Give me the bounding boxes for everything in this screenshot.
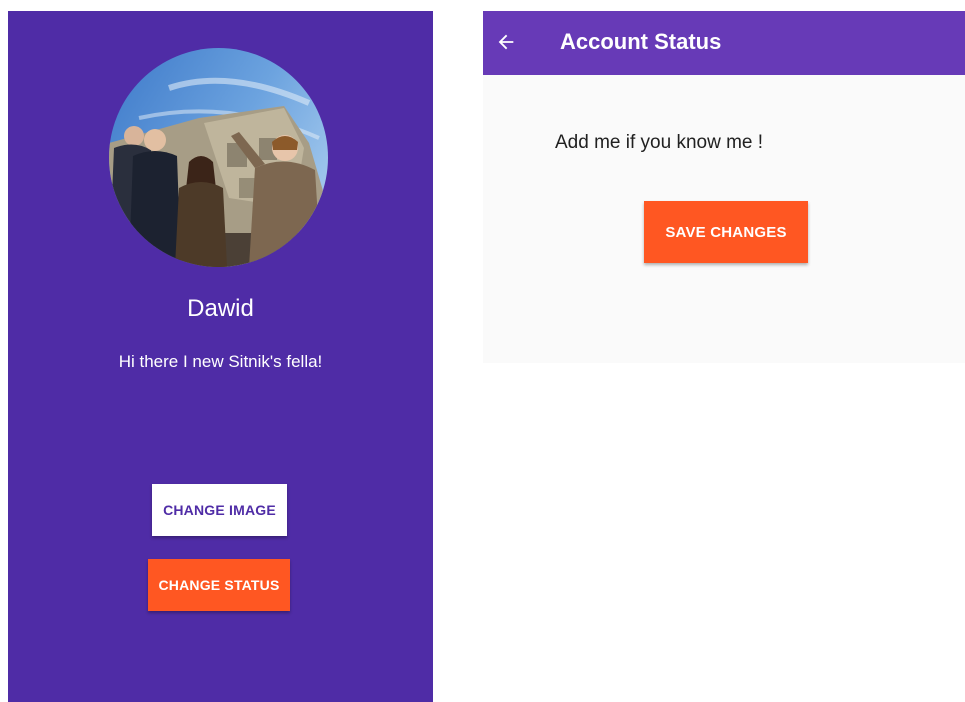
screenshot-stage: Dawid Hi there I new Sitnik's fella! CHA… bbox=[0, 0, 965, 702]
profile-display-name: Dawid bbox=[187, 295, 254, 322]
save-changes-button[interactable]: SAVE CHANGES bbox=[644, 201, 808, 263]
toolbar-title: Account Status bbox=[560, 29, 722, 54]
arrow-left-icon[interactable] bbox=[495, 31, 517, 53]
profile-avatar[interactable] bbox=[109, 48, 328, 267]
status-input[interactable] bbox=[555, 129, 895, 157]
profile-screen: Dawid Hi there I new Sitnik's fella! CHA… bbox=[8, 11, 433, 702]
app-toolbar: Account Status bbox=[483, 11, 965, 75]
change-image-button[interactable]: CHANGE IMAGE bbox=[152, 484, 287, 536]
change-status-button[interactable]: CHANGE STATUS bbox=[148, 559, 290, 611]
account-status-screen: Account Status SAVE CHANGES bbox=[483, 11, 965, 363]
profile-photo-icon bbox=[109, 48, 328, 267]
profile-status-text: Hi there I new Sitnik's fella! bbox=[118, 352, 323, 371]
